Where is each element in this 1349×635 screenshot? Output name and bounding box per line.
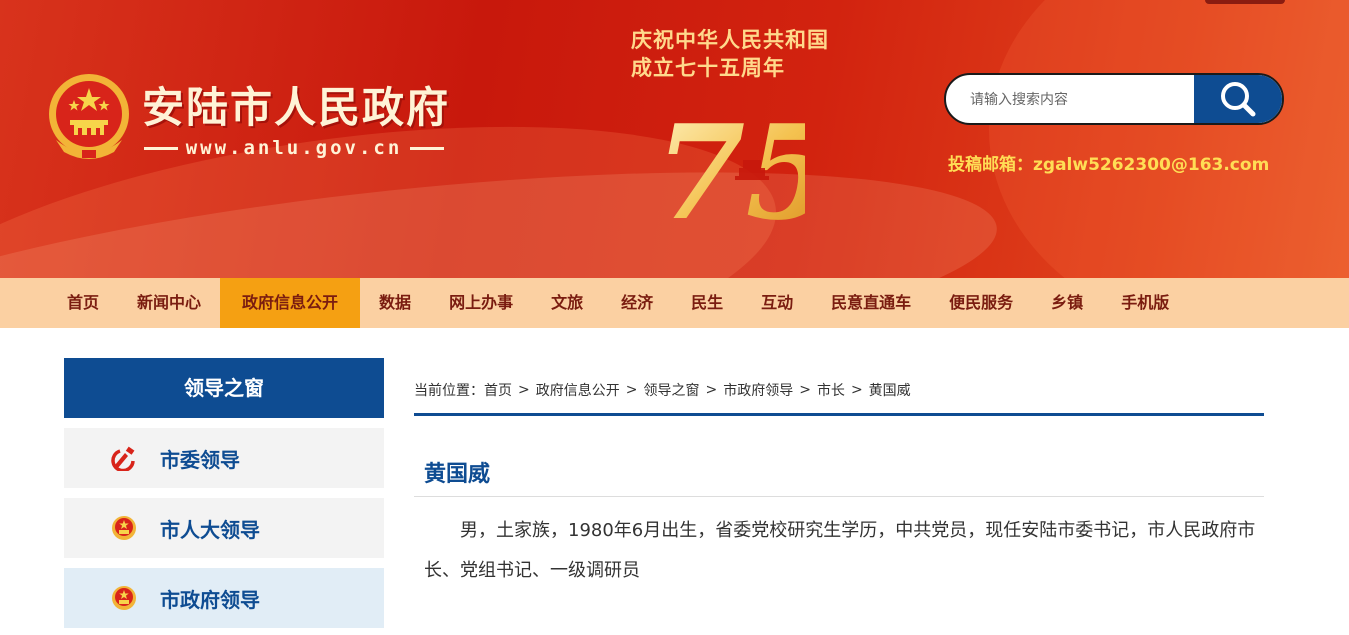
national-emblem-icon — [110, 514, 138, 542]
sidebar-item-label: 市政府领导 — [160, 587, 260, 612]
breadcrumb-separator: > — [518, 381, 530, 398]
celebration-slogan: 庆祝中华人民共和国 成立七十五周年 — [631, 26, 829, 82]
breadcrumb-link-home[interactable]: 首页 — [484, 380, 512, 400]
national-emblem-icon — [49, 74, 129, 159]
celebration-line-2: 成立七十五周年 — [631, 56, 785, 80]
contact-email: 投稿邮箱：zgalw5262300@163.com — [948, 155, 1270, 175]
search-button[interactable] — [1194, 75, 1282, 123]
nav-item-townships[interactable]: 乡镇 — [1032, 278, 1102, 328]
banner-decoration — [989, 0, 1349, 278]
breadcrumb-link-gov-info[interactable]: 政府信息公开 — [536, 380, 620, 400]
nav-item-mobile[interactable]: 手机版 — [1102, 278, 1188, 328]
celebration-line-1: 庆祝中华人民共和国 — [631, 28, 829, 52]
main-nav: 首页 新闻中心 政府信息公开 数据 网上办事 文旅 经济 民生 互动 民意直通车… — [0, 278, 1349, 328]
sidebar-title: 领导之窗 — [64, 358, 384, 418]
nav-item-economy[interactable]: 经济 — [602, 278, 672, 328]
breadcrumb-link-gov-leaders[interactable]: 市政府领导 — [723, 380, 793, 400]
nav-item-online-services[interactable]: 网上办事 — [430, 278, 532, 328]
breadcrumb-link-mayor[interactable]: 市长 — [817, 380, 845, 400]
site-url: www.anlu.gov.cn — [185, 137, 403, 159]
breadcrumb-current: 黄国威 — [868, 382, 911, 399]
top-tab — [1205, 0, 1285, 4]
breadcrumb-separator: > — [705, 381, 718, 398]
sidebar-item-label: 市委领导 — [160, 447, 240, 472]
search-input[interactable] — [946, 75, 1194, 123]
header-banner: 安陆市人民政府 www.anlu.gov.cn 庆祝中华人民共和国 成立七十五周… — [0, 0, 1349, 278]
nav-item-public-opinion[interactable]: 民意直通车 — [812, 278, 930, 328]
article-title: 黄国威 — [414, 456, 1264, 497]
article-body: 男，土家族，1980年6月出生，省委党校研究生学历，中共党员，现任安陆市委书记，… — [424, 520, 1256, 581]
sidebar-item-government-leaders[interactable]: 市政府领导 — [64, 568, 384, 628]
nav-item-culture-tourism[interactable]: 文旅 — [532, 278, 602, 328]
anniversary-75-logo: 75 — [655, 98, 805, 238]
nav-item-gov-info[interactable]: 政府信息公开 — [220, 278, 361, 328]
sidebar-item-label: 市人大领导 — [160, 517, 260, 542]
divider-line — [410, 146, 444, 150]
divider-line — [144, 146, 178, 150]
breadcrumb-link-leaders-window[interactable]: 领导之窗 — [643, 380, 699, 400]
nav-item-convenience[interactable]: 便民服务 — [930, 278, 1032, 328]
breadcrumb-prefix: 当前位置： — [414, 382, 484, 399]
nav-item-news[interactable]: 新闻中心 — [118, 278, 220, 328]
site-url-row: www.anlu.gov.cn — [144, 136, 444, 160]
nav-item-interaction[interactable]: 互动 — [742, 278, 812, 328]
search-icon — [1221, 82, 1256, 117]
nav-item-data[interactable]: 数据 — [360, 278, 430, 328]
nav-item-livelihood[interactable]: 民生 — [672, 278, 742, 328]
sidebar-item-party-leaders[interactable]: 市委领导 — [64, 428, 384, 488]
breadcrumb-separator: > — [799, 381, 811, 398]
breadcrumb-separator: > — [850, 381, 863, 398]
search-box — [944, 73, 1284, 125]
national-emblem-icon — [110, 584, 138, 612]
main-content: 当前位置： 首页 > 政府信息公开 > 领导之窗 > 市政府领导 > 市长 > … — [414, 358, 1264, 591]
nav-item-home[interactable]: 首页 — [48, 278, 118, 328]
sidebar-item-congress-leaders[interactable]: 市人大领导 — [64, 498, 384, 558]
anniversary-number: 75 — [655, 98, 805, 238]
breadcrumb-separator: > — [625, 381, 638, 398]
party-emblem-icon — [110, 444, 138, 472]
sidebar: 领导之窗 市委领导 市人大领导 市政府领导 — [64, 358, 384, 628]
site-title: 安陆市人民政府 — [142, 83, 451, 132]
breadcrumb: 当前位置： 首页 > 政府信息公开 > 领导之窗 > 市政府领导 > 市长 > … — [414, 358, 1264, 416]
